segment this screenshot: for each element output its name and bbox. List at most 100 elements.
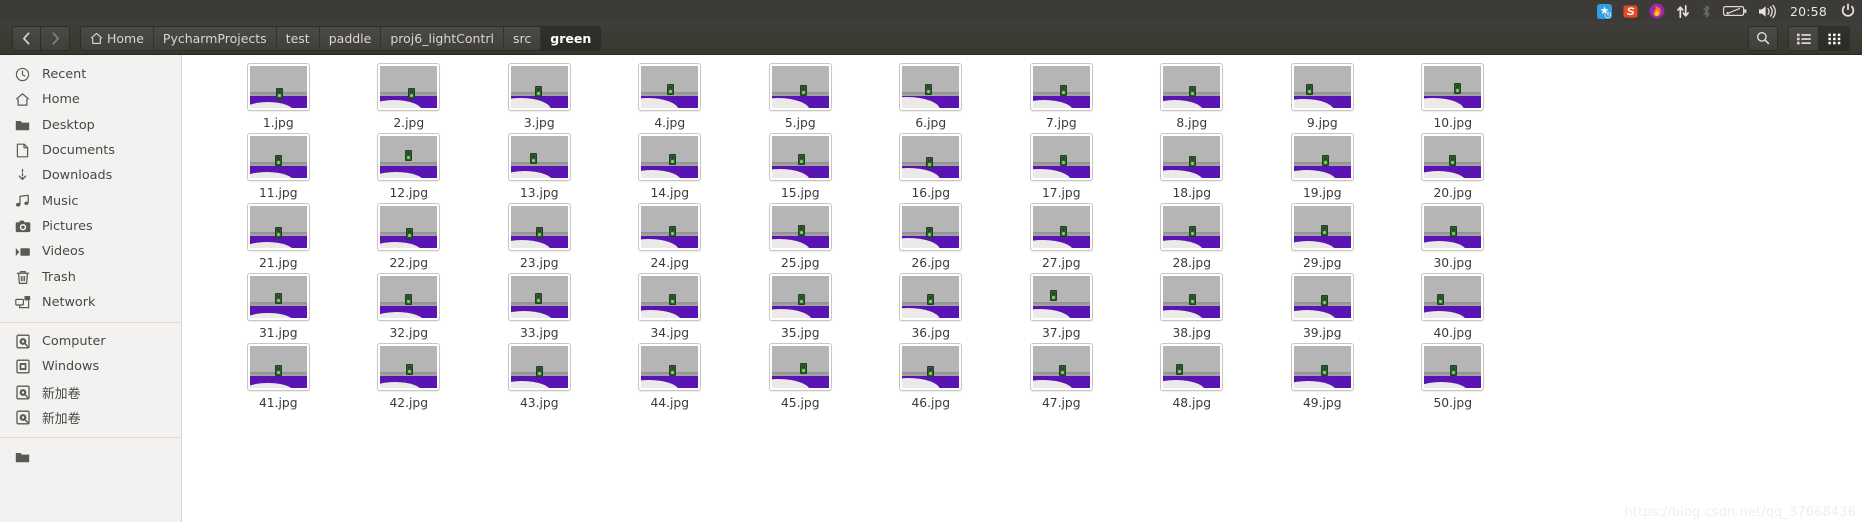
breadcrumb-item-pycharmprojects[interactable]: PycharmProjects [153, 26, 277, 50]
sogou-pinyin-icon[interactable] [1596, 0, 1612, 22]
breadcrumb-item-proj6lightcontrl[interactable]: proj6_lightContrl [381, 26, 504, 50]
search-button[interactable] [1748, 25, 1778, 51]
list-view-button[interactable] [1789, 26, 1819, 50]
file-item[interactable]: 31.jpg [213, 273, 344, 343]
file-item[interactable]: 12.jpg [344, 133, 475, 203]
file-item[interactable]: 30.jpg [1388, 203, 1519, 273]
breadcrumb-item-src[interactable]: src [504, 26, 542, 50]
file-item[interactable]: 27.jpg [996, 203, 1127, 273]
file-item[interactable]: 43.jpg [474, 343, 605, 413]
file-name-label: 19.jpg [1302, 186, 1342, 200]
sidebar-item-videos[interactable]: Videos [0, 239, 181, 264]
file-item[interactable]: 37.jpg [996, 273, 1127, 343]
file-item[interactable]: 16.jpg [866, 133, 997, 203]
file-item[interactable]: 25.jpg [735, 203, 866, 273]
file-item[interactable]: 28.jpg [1127, 203, 1258, 273]
sidebar-item-pictures[interactable]: Pictures [0, 214, 181, 239]
file-thumbnail [377, 273, 441, 321]
bluetooth-icon[interactable] [1701, 0, 1712, 22]
sidebar-item-windows[interactable]: Windows [0, 354, 181, 379]
file-item[interactable]: 38.jpg [1127, 273, 1258, 343]
file-item[interactable]: 48.jpg [1127, 343, 1258, 413]
thumb-sky [1032, 276, 1090, 303]
file-item[interactable]: 17.jpg [996, 133, 1127, 203]
file-item[interactable]: 5.jpg [735, 63, 866, 133]
file-item[interactable]: 8.jpg [1127, 63, 1258, 133]
file-item[interactable]: 20.jpg [1388, 133, 1519, 203]
file-item[interactable]: 24.jpg [605, 203, 736, 273]
thumbnail-image [1032, 346, 1090, 388]
sidebar-item-network[interactable]: Network [0, 290, 181, 315]
file-item[interactable]: 2.jpg [344, 63, 475, 133]
clock-label[interactable]: 20:58 [1788, 0, 1829, 22]
firefox-icon[interactable] [1649, 0, 1665, 22]
file-item[interactable]: 21.jpg [213, 203, 344, 273]
breadcrumb-item-paddle[interactable]: paddle [319, 26, 382, 50]
file-item[interactable]: 4.jpg [605, 63, 736, 133]
power-icon[interactable] [1840, 0, 1856, 22]
file-item[interactable]: 18.jpg [1127, 133, 1258, 203]
file-item[interactable]: 14.jpg [605, 133, 736, 203]
file-item[interactable]: 39.jpg [1257, 273, 1388, 343]
breadcrumb-item-green[interactable]: green [541, 26, 601, 50]
file-item[interactable]: 19.jpg [1257, 133, 1388, 203]
sidebar-item-label: Downloads [42, 168, 113, 184]
traffic-light-icon [535, 227, 543, 238]
file-item[interactable]: 45.jpg [735, 343, 866, 413]
sidebar-item-home[interactable]: Home [0, 87, 181, 112]
file-grid-view[interactable]: 1.jpg 2.jpg 3.jpg 4.jpg 5.jpg 6.jpg 7.jpg 8.jpg… [183, 55, 1862, 522]
snipaste-icon[interactable] [1623, 0, 1638, 22]
file-item[interactable]: 6.jpg [866, 63, 997, 133]
file-item[interactable]: 11.jpg [213, 133, 344, 203]
file-item[interactable]: 47.jpg [996, 343, 1127, 413]
sidebar-item-desktop[interactable]: Desktop [0, 113, 181, 138]
breadcrumb-item-test[interactable]: test [276, 26, 320, 50]
file-item[interactable]: 35.jpg [735, 273, 866, 343]
grid-view-button[interactable] [1819, 26, 1849, 50]
file-item[interactable]: 15.jpg [735, 133, 866, 203]
file-item[interactable]: 42.jpg [344, 343, 475, 413]
sidebar-item-trash[interactable]: Trash [0, 264, 181, 289]
lamp-green [1060, 371, 1064, 375]
battery-icon[interactable] [1722, 0, 1747, 22]
file-item[interactable]: 29.jpg [1257, 203, 1388, 273]
sidebar-item-newvolume-2[interactable]: 新加卷 [0, 405, 181, 430]
file-item[interactable]: 32.jpg [344, 273, 475, 343]
traffic-light-icon [925, 83, 933, 95]
forward-button[interactable] [41, 26, 69, 50]
file-item[interactable]: 3.jpg [474, 63, 605, 133]
sidebar-item-downloads[interactable]: Downloads [0, 163, 181, 188]
file-item[interactable]: 22.jpg [344, 203, 475, 273]
file-item[interactable]: 40.jpg [1388, 273, 1519, 343]
file-item[interactable]: 34.jpg [605, 273, 736, 343]
file-item[interactable]: 46.jpg [866, 343, 997, 413]
back-button[interactable] [13, 26, 41, 50]
thumb-road-highlight [1424, 382, 1469, 388]
breadcrumb-item-home[interactable]: Home [81, 26, 154, 50]
file-item[interactable]: 49.jpg [1257, 343, 1388, 413]
sidebar-item-documents[interactable]: Documents [0, 138, 181, 163]
sidebar-item-partial[interactable] [0, 444, 181, 469]
file-name-label: 44.jpg [650, 396, 690, 410]
headerbar: Home PycharmProjects test paddle proj6_l… [0, 22, 1862, 55]
file-item[interactable]: 10.jpg [1388, 63, 1519, 133]
file-item[interactable]: 33.jpg [474, 273, 605, 343]
sidebar-item-newvolume-1[interactable]: 新加卷 [0, 380, 181, 405]
lamp-green [1438, 299, 1442, 303]
file-item[interactable]: 44.jpg [605, 343, 736, 413]
file-item[interactable]: 7.jpg [996, 63, 1127, 133]
file-item[interactable]: 36.jpg [866, 273, 997, 343]
sidebar-item-computer[interactable]: Computer [0, 329, 181, 354]
network-transfer-icon[interactable] [1676, 0, 1690, 22]
file-item[interactable]: 23.jpg [474, 203, 605, 273]
file-item[interactable]: 50.jpg [1388, 343, 1519, 413]
file-thumbnail [1160, 63, 1224, 111]
file-item[interactable]: 26.jpg [866, 203, 997, 273]
file-item[interactable]: 9.jpg [1257, 63, 1388, 133]
file-item[interactable]: 41.jpg [213, 343, 344, 413]
sidebar-item-music[interactable]: Music [0, 188, 181, 213]
file-item[interactable]: 13.jpg [474, 133, 605, 203]
volume-icon[interactable] [1758, 0, 1777, 22]
file-item[interactable]: 1.jpg [213, 63, 344, 133]
sidebar-item-recent[interactable]: Recent [0, 62, 181, 87]
